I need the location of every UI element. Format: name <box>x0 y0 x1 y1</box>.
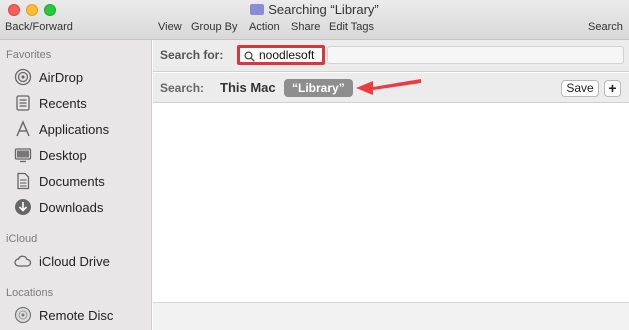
sidebar-item-remote-disc[interactable]: Remote Disc <box>14 304 113 326</box>
folder-icon <box>250 4 265 15</box>
search-for-bar: Search for: <box>153 40 629 72</box>
sidebar-item-label: Downloads <box>39 199 104 215</box>
search-input[interactable] <box>259 48 329 62</box>
sidebar-item-airdrop[interactable]: AirDrop <box>14 66 83 88</box>
back-forward-button[interactable]: Back/Forward <box>5 21 73 33</box>
sidebar-item-label: Desktop <box>39 147 87 163</box>
annotation-arrow-icon <box>356 79 421 95</box>
desktop-icon <box>14 146 32 164</box>
sidebar-item-label: Remote Disc <box>39 307 114 323</box>
locations-heading: Locations <box>6 287 54 299</box>
sidebar-item-label: AirDrop <box>39 69 84 85</box>
sidebar-item-icloud-drive[interactable]: iCloud Drive <box>14 250 110 272</box>
view-button[interactable]: View <box>158 21 182 33</box>
search-field-highlight[interactable] <box>237 45 329 65</box>
window-title: Searching “Library” <box>0 2 629 17</box>
action-button[interactable]: Action <box>249 21 280 33</box>
scope-library-button[interactable]: “Library” <box>284 79 353 97</box>
sidebar-item-downloads[interactable]: Downloads <box>14 196 103 218</box>
favorites-heading: Favorites <box>6 49 52 61</box>
sidebar-item-label: Recents <box>39 95 87 111</box>
scope-this-mac-button[interactable]: This Mac <box>220 80 276 95</box>
disc-icon <box>14 306 32 324</box>
search-toolbar-button[interactable]: Search <box>588 21 623 33</box>
downloads-icon <box>14 198 32 216</box>
documents-icon <box>14 172 32 190</box>
window-title-text: Searching “Library” <box>268 2 379 17</box>
sidebar-item-documents[interactable]: Documents <box>14 170 105 192</box>
airdrop-icon <box>14 68 32 86</box>
search-scope-label: Search: <box>160 81 205 95</box>
sidebar: Favorites AirDrop Recents Applications D… <box>0 40 152 330</box>
sidebar-item-applications[interactable]: Applications <box>14 118 109 140</box>
recents-icon <box>14 94 32 112</box>
cloud-icon <box>14 252 32 270</box>
sidebar-item-label: iCloud Drive <box>39 253 110 269</box>
search-icon <box>244 50 255 62</box>
sidebar-item-desktop[interactable]: Desktop <box>14 144 87 166</box>
search-field-extension[interactable] <box>327 46 624 64</box>
title-bar: Searching “Library” Back/Forward View Gr… <box>0 0 629 40</box>
sidebar-item-label: Applications <box>39 121 110 137</box>
path-bar <box>153 302 629 330</box>
applications-icon <box>14 120 32 138</box>
save-search-button[interactable]: Save <box>561 80 599 97</box>
add-criteria-button[interactable]: + <box>604 80 621 97</box>
search-for-label: Search for: <box>160 48 224 62</box>
edit-tags-button[interactable]: Edit Tags <box>329 21 374 33</box>
icloud-heading: iCloud <box>6 233 38 245</box>
sidebar-item-label: Documents <box>39 173 105 189</box>
group-by-button[interactable]: Group By <box>191 21 237 33</box>
share-button[interactable]: Share <box>291 21 320 33</box>
sidebar-item-recents[interactable]: Recents <box>14 92 87 114</box>
